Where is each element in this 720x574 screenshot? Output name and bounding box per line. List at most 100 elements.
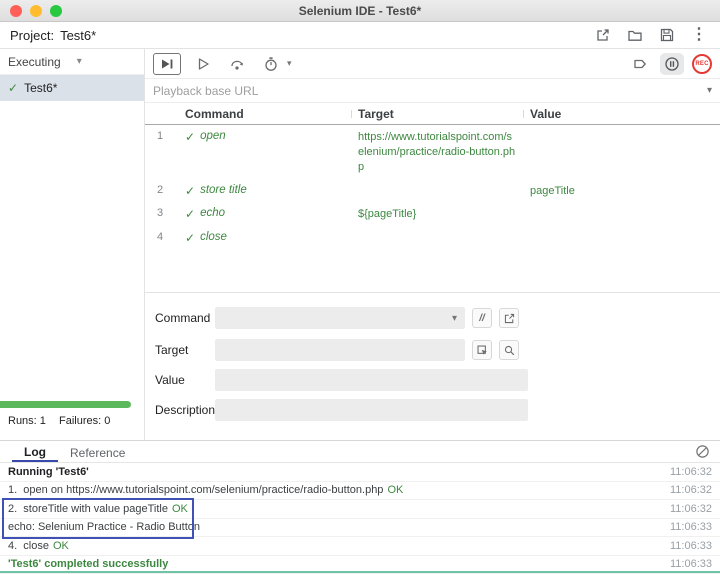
stopwatch-icon (263, 56, 279, 72)
more-menu-button[interactable]: ⋮ (688, 24, 710, 46)
log-text: 4. close (8, 540, 49, 552)
maximize-window-button[interactable] (50, 5, 62, 17)
tab-log[interactable]: Log (12, 441, 58, 462)
row-number: 1 (145, 130, 185, 142)
test-speed-button[interactable] (259, 53, 283, 75)
table-row[interactable]: 3 ✓ echo ${pageTitle} (145, 202, 720, 226)
main-area: ▾ REC (145, 49, 720, 441)
target-form-row: Target (155, 339, 519, 361)
command-field-label: Command (155, 311, 215, 325)
log-entry: echo: Selenium Practice - Radio Button 1… (0, 519, 720, 538)
check-icon: ✓ (185, 184, 195, 198)
project-actions: ⋮ (592, 24, 710, 46)
tab-reference[interactable]: Reference (58, 441, 137, 462)
folder-icon (627, 27, 643, 43)
value-form-row: Value (155, 369, 528, 391)
row-number: 2 (145, 184, 185, 196)
record-button[interactable]: REC (692, 54, 712, 74)
command-select[interactable]: ▾ (215, 307, 465, 329)
chevron-down-icon[interactable]: ▾ (707, 85, 712, 96)
find-target-button[interactable] (499, 340, 519, 360)
failures-count: Failures: 0 (59, 415, 110, 427)
log-timestamp: 11:06:32 (670, 503, 712, 515)
executing-dropdown[interactable]: Executing ▾ (0, 49, 144, 75)
select-target-button[interactable] (472, 340, 492, 360)
description-form-row: Description (155, 399, 528, 421)
log-tabbar: Log Reference (0, 441, 720, 463)
pause-on-exceptions-icon (664, 56, 680, 72)
open-reference-button[interactable] (499, 308, 519, 328)
new-project-button[interactable] (592, 24, 614, 46)
row-number: 3 (145, 207, 185, 219)
search-icon (503, 344, 516, 357)
play-icon (195, 56, 211, 72)
tests-sidebar: Executing ▾ ✓ Test6* Runs: 1 Failures: 0 (0, 49, 145, 441)
playback-base-url-row: ▾ (145, 79, 720, 103)
runs-count: Runs: 1 (8, 415, 46, 427)
titlebar: Selenium IDE - Test6* (0, 0, 720, 22)
target-input[interactable] (215, 339, 465, 361)
step-over-button[interactable] (225, 53, 249, 75)
check-icon: ✓ (185, 130, 195, 144)
more-vertical-icon: ⋮ (691, 27, 707, 43)
new-project-icon (595, 27, 611, 43)
table-header: Command Target Value (145, 103, 720, 125)
command-form-row: Command ▾ // (155, 307, 519, 329)
log-timestamp: 11:06:33 (670, 521, 712, 533)
log-text: 2. storeTitle with value pageTitle (8, 503, 168, 515)
chevron-down-icon[interactable]: ▾ (287, 58, 292, 69)
table-row[interactable]: 2 ✓ store title pageTitle (145, 179, 720, 203)
record-icon: REC (695, 61, 708, 67)
window-controls (10, 5, 62, 17)
comment-icon: // (479, 313, 485, 324)
log-text: echo: Selenium Practice - Radio Button (8, 521, 200, 533)
clear-log-icon (695, 444, 710, 459)
log-entry: 2. storeTitle with value pageTitle OK 11… (0, 500, 720, 519)
target-cell: ${pageTitle} (358, 207, 530, 222)
command-text: store title (200, 184, 247, 196)
value-cell: pageTitle (530, 184, 720, 199)
project-label: Project: (10, 28, 54, 43)
disable-breakpoints-button[interactable] (628, 53, 652, 75)
command-cell: ✓ close (185, 231, 358, 245)
project-name: Test6* (60, 28, 96, 43)
disable-breakpoints-icon (632, 56, 648, 72)
window-title: Selenium IDE - Test6* (0, 4, 720, 18)
pause-on-exceptions-button[interactable] (660, 53, 684, 75)
log-entry: Running 'Test6' 11:06:32 (0, 463, 720, 482)
command-text: close (200, 231, 227, 243)
log-entry: 4. close OK 11:06:33 (0, 537, 720, 556)
run-current-test-button[interactable] (191, 53, 215, 75)
run-all-tests-button[interactable] (153, 53, 181, 75)
log-status: OK (172, 503, 188, 515)
log-timestamp: 11:06:32 (670, 484, 712, 496)
playback-toolbar: ▾ REC (145, 49, 720, 79)
command-cell: ✓ store title (185, 184, 358, 198)
target-field-label: Target (155, 343, 215, 357)
target-cell: https://www.tutorialspoint.com/selenium/… (358, 130, 530, 175)
command-text: echo (200, 207, 225, 219)
description-input[interactable] (215, 399, 528, 421)
executing-label: Executing (8, 55, 61, 69)
value-input[interactable] (215, 369, 528, 391)
check-icon: ✓ (185, 207, 195, 221)
project-bar: Project: Test6* ⋮ (0, 22, 720, 48)
column-header-value: Value (530, 107, 720, 121)
column-header-target: Target (358, 107, 530, 121)
command-cell: ✓ open (185, 130, 358, 144)
close-window-button[interactable] (10, 5, 22, 17)
toggle-comment-button[interactable]: // (472, 308, 492, 328)
selenium-ide-window: Selenium IDE - Test6* Project: Test6* (0, 0, 720, 573)
open-project-button[interactable] (624, 24, 646, 46)
minimize-window-button[interactable] (30, 5, 42, 17)
save-project-button[interactable] (656, 24, 678, 46)
table-row[interactable]: 1 ✓ open https://www.tutorialspoint.com/… (145, 125, 720, 179)
clear-log-button[interactable] (695, 444, 710, 459)
sidebar-test-item[interactable]: ✓ Test6* (0, 75, 144, 101)
table-row[interactable]: 4 ✓ close (145, 226, 720, 249)
divider (145, 292, 720, 293)
log-text: Running 'Test6' (8, 466, 89, 478)
row-number: 4 (145, 231, 185, 243)
run-all-icon (159, 56, 175, 72)
playback-base-url-input[interactable] (153, 84, 707, 98)
